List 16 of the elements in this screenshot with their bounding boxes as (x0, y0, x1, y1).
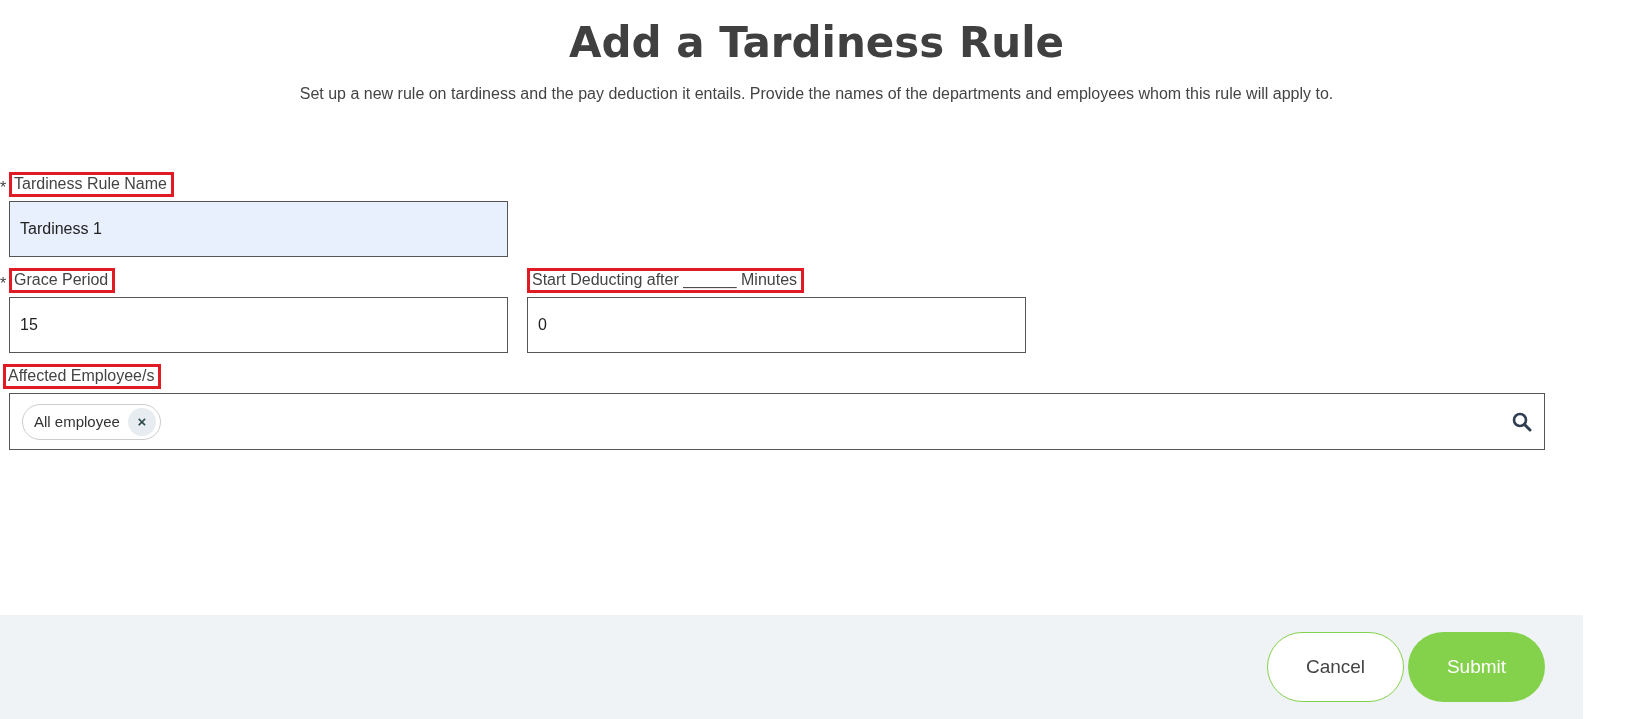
page-description: Set up a new rule on tardiness and the pay deduction it entails. Provide the names of the departments and employees whom this rule will apply to. (299, 85, 1334, 103)
search-icon[interactable] (1512, 411, 1532, 432)
cancel-button[interactable]: Cancel (1267, 632, 1404, 702)
employee-select-field[interactable]: All employee × (9, 393, 1545, 450)
input-field[interactable]: Tardiness 1 (9, 201, 508, 257)
remove-tag-button[interactable]: × (127, 407, 156, 436)
field-label: Tardiness Rule Name (9, 172, 174, 197)
required-asterisk: * (0, 179, 8, 197)
page-title: Add a Tardiness Rule (568, 18, 1065, 67)
input-field[interactable]: 0 (527, 297, 1026, 353)
required-asterisk: * (0, 275, 8, 293)
field-label: Grace Period (9, 268, 116, 293)
field-label: Start Deducting after ______ Minutes (527, 268, 805, 293)
field-label: Affected Employee/s (3, 364, 162, 389)
input-field[interactable]: 15 (9, 297, 508, 353)
tag-label: All employee (34, 413, 120, 430)
